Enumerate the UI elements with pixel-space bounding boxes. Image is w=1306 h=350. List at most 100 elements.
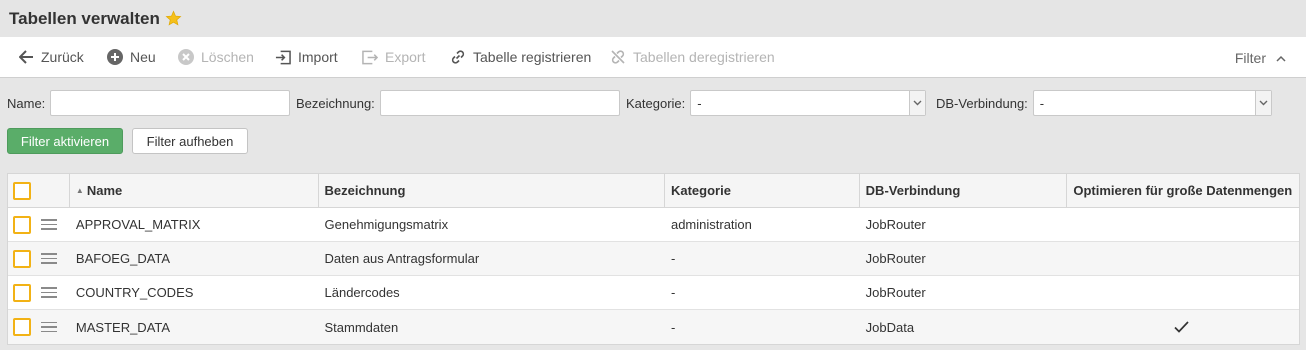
table-row[interactable]: APPROVAL_MATRIX Genehmigungsmatrix admin… (8, 208, 1299, 242)
column-header-name[interactable]: ▲ Name (70, 174, 319, 207)
filter-db-verbindung: DB-Verbindung: - (936, 90, 1272, 116)
cell-kategorie: - (670, 319, 676, 335)
row-checkbox[interactable] (13, 249, 31, 268)
delete-button[interactable]: Löschen (178, 37, 254, 78)
filter-name: Name: (7, 90, 291, 116)
column-header-db-verbindung[interactable]: DB-Verbindung (860, 174, 1068, 207)
back-button[interactable]: Zurück (18, 37, 84, 78)
hamburger-menu-icon[interactable] (40, 287, 57, 298)
delete-label: Löschen (201, 49, 254, 65)
export-icon (362, 49, 378, 65)
hamburger-menu-icon[interactable] (40, 219, 57, 230)
cell-name: APPROVAL_MATRIX (75, 217, 201, 232)
cell-name: MASTER_DATA (75, 319, 171, 335)
filter-toggle[interactable]: Filter (1235, 37, 1286, 78)
checkmark-icon (1073, 321, 1299, 333)
row-checkbox-cell (8, 310, 39, 344)
favorite-star-icon[interactable] (165, 10, 182, 27)
db-verbindung-select[interactable]: - (1032, 90, 1272, 116)
cell-kategorie: - (670, 251, 676, 266)
export-label: Export (385, 49, 426, 65)
cell-kategorie: - (670, 285, 676, 300)
hamburger-menu-icon[interactable] (40, 321, 57, 333)
chevron-up-icon (1276, 51, 1286, 65)
import-button[interactable]: Import (275, 37, 338, 78)
filter-kategorie: Kategorie: - (626, 90, 927, 116)
cell-optimieren (1067, 276, 1299, 309)
title-bar: Tabellen verwalten (0, 0, 1306, 37)
name-input[interactable] (50, 90, 291, 116)
row-menu-cell (39, 276, 70, 309)
deregister-tables-button[interactable]: Tabellen deregistrieren (610, 37, 775, 78)
back-label: Zurück (41, 49, 84, 65)
column-header-kategorie[interactable]: Kategorie (665, 174, 860, 207)
unlink-icon (610, 49, 626, 65)
cell-name: BAFOEG_DATA (75, 251, 171, 266)
filter-bezeichnung: Bezeichnung: (296, 90, 620, 116)
cell-bezeichnung: Daten aus Antragsformular (324, 251, 480, 266)
cell-optimieren (1067, 208, 1299, 241)
apply-filter-button[interactable]: Filter aktivieren (7, 128, 123, 154)
arrow-left-icon (18, 49, 34, 65)
tables-grid: ▲ Name Bezeichnung Kategorie DB-Verbindu… (7, 173, 1300, 345)
page-title: Tabellen verwalten (9, 8, 160, 28)
filter-panel: Name: Bezeichnung: Kategorie: - DB-Verbi… (0, 78, 1306, 173)
table-row[interactable]: BAFOEG_DATA Daten aus Antragsformular - … (8, 242, 1299, 276)
deregister-tables-label: Tabellen deregistrieren (633, 49, 775, 65)
row-menu-cell (39, 242, 70, 275)
filter-kategorie-label: Kategorie: (626, 95, 686, 111)
plus-circle-icon (107, 49, 123, 65)
register-table-label: Tabelle registrieren (473, 49, 592, 65)
cell-name: COUNTRY_CODES (75, 285, 194, 300)
kategorie-select-value: - (697, 95, 702, 111)
cell-kategorie: administration (670, 217, 752, 232)
filter-db-verbindung-label: DB-Verbindung: (936, 95, 1028, 111)
db-verbindung-select-value: - (1039, 95, 1045, 111)
toolbar: Zurück Neu Löschen Import Export Tabelle… (0, 37, 1306, 78)
cell-db-verbindung: JobRouter (865, 285, 926, 300)
chevron-down-icon (1254, 91, 1271, 115)
bezeichnung-input[interactable] (379, 90, 620, 116)
filter-bezeichnung-label: Bezeichnung: (296, 95, 375, 111)
row-checkbox-cell (8, 208, 39, 241)
kategorie-select[interactable]: - (690, 90, 927, 116)
select-all-cell (8, 174, 39, 207)
row-menu-cell (39, 310, 70, 344)
table-row[interactable]: COUNTRY_CODES Ländercodes - JobRouter (8, 276, 1299, 310)
column-header-optimieren[interactable]: Optimieren für große Datenmengen (1067, 174, 1299, 207)
chevron-down-icon (909, 91, 926, 115)
cell-db-verbindung: JobRouter (865, 217, 926, 232)
cell-db-verbindung: JobData (865, 319, 915, 335)
row-checkbox-cell (8, 242, 39, 275)
column-header-name-label: Name (86, 183, 123, 198)
table-row[interactable]: MASTER_DATA Stammdaten - JobData (8, 310, 1299, 344)
cell-optimieren (1067, 310, 1299, 344)
close-circle-icon (178, 49, 194, 65)
sort-ascending-icon: ▲ (75, 186, 84, 195)
table-header: ▲ Name Bezeichnung Kategorie DB-Verbindu… (8, 174, 1299, 208)
new-label: Neu (130, 49, 156, 65)
filter-toggle-label: Filter (1234, 49, 1266, 66)
import-icon (275, 49, 291, 65)
column-header-bezeichnung[interactable]: Bezeichnung (319, 174, 665, 207)
cell-db-verbindung: JobRouter (865, 251, 926, 266)
row-checkbox[interactable] (13, 215, 31, 234)
select-all-checkbox[interactable] (13, 181, 31, 200)
cell-bezeichnung: Stammdaten (324, 319, 399, 335)
new-button[interactable]: Neu (107, 37, 156, 78)
register-table-button[interactable]: Tabelle registrieren (450, 37, 591, 78)
cell-bezeichnung: Genehmigungsmatrix (324, 217, 449, 232)
link-icon (450, 49, 466, 65)
header-menu-cell (39, 174, 70, 207)
row-checkbox-cell (8, 276, 39, 309)
reset-filter-button[interactable]: Filter aufheben (132, 128, 248, 154)
row-checkbox[interactable] (13, 318, 31, 336)
export-button[interactable]: Export (362, 37, 425, 78)
import-label: Import (298, 49, 338, 65)
cell-optimieren (1067, 242, 1299, 275)
row-menu-cell (39, 208, 70, 241)
cell-bezeichnung: Ländercodes (324, 285, 400, 300)
hamburger-menu-icon[interactable] (40, 253, 57, 264)
filter-name-label: Name: (7, 95, 46, 111)
row-checkbox[interactable] (13, 283, 31, 302)
